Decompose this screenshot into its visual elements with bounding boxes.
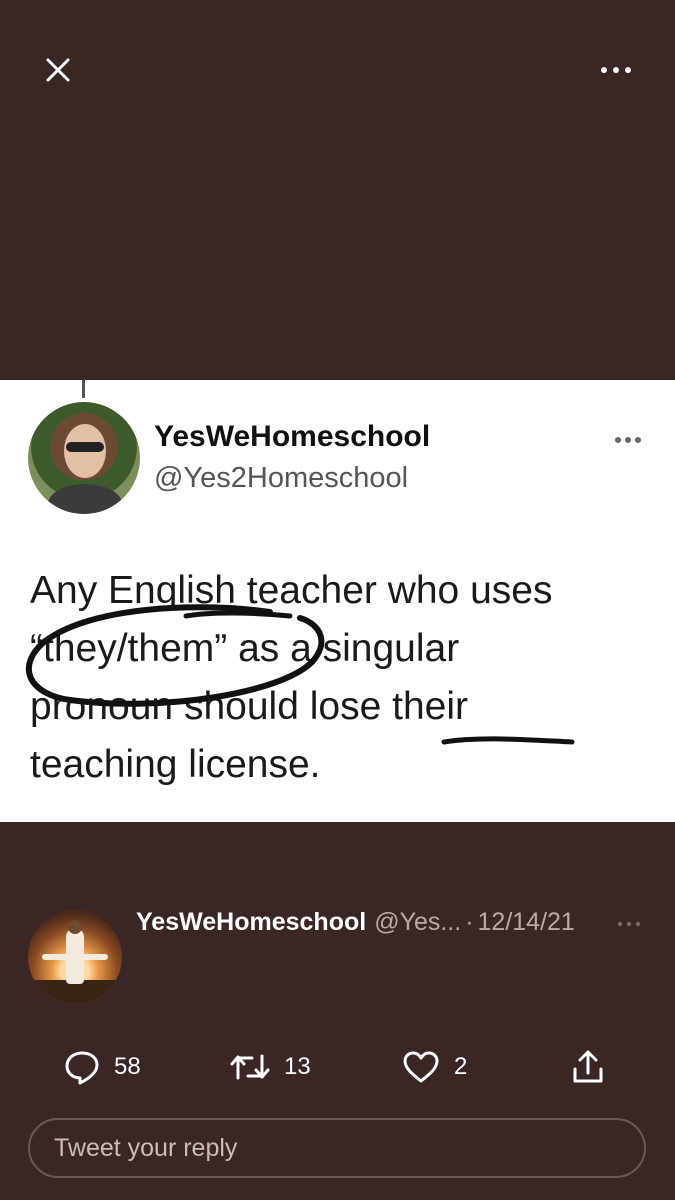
tweet-media-image[interactable]: YesWeHomeschool @Yes2Homeschool Any Engl… [0, 380, 675, 822]
share-icon [573, 1050, 603, 1083]
inner-handle: @Yes2Homeschool [154, 462, 409, 494]
retweet-button[interactable]: 13 [230, 1046, 311, 1088]
reply-input-container[interactable] [28, 1118, 646, 1178]
reply-input[interactable] [52, 1132, 616, 1164]
tweet-meta: YesWeHomeschool @Yes... · 12/14/21 [136, 908, 575, 940]
retweet-icon [230, 1054, 270, 1080]
tweet-date[interactable]: 12/14/21 [478, 908, 575, 937]
like-button[interactable]: 2 [402, 1046, 467, 1088]
reply-button[interactable]: 58 [64, 1046, 141, 1088]
heart-icon [403, 1051, 439, 1083]
close-icon [46, 58, 70, 82]
retweet-count: 13 [284, 1053, 311, 1080]
more-horizontal-icon [601, 67, 631, 73]
close-button[interactable] [36, 48, 80, 92]
inner-text-line: “they/them” as a singular [30, 627, 460, 670]
meta-separator: · [465, 908, 474, 936]
inner-avatar [28, 402, 140, 514]
inner-display-name: YesWeHomeschool [154, 420, 431, 453]
inner-text-line: Any English teacher who uses [30, 569, 553, 612]
reply-count: 58 [114, 1053, 141, 1080]
avatar[interactable] [28, 910, 122, 1004]
tweet-more-button[interactable] [612, 912, 646, 936]
inner-text-line: pronoun should lose their [30, 685, 468, 728]
display-name[interactable]: YesWeHomeschool [136, 908, 366, 937]
more-options-button[interactable] [592, 50, 640, 90]
inner-more-icon [615, 437, 641, 443]
more-horizontal-icon [617, 921, 641, 927]
share-button[interactable] [570, 1046, 606, 1088]
thread-line [82, 380, 85, 398]
inner-tweet-text: Any English teacher who uses “they/them”… [30, 562, 640, 794]
reply-icon [65, 1051, 99, 1085]
inner-text-line: teaching license. [30, 743, 321, 786]
like-count: 2 [454, 1053, 468, 1080]
handle[interactable]: @Yes... [374, 908, 461, 937]
